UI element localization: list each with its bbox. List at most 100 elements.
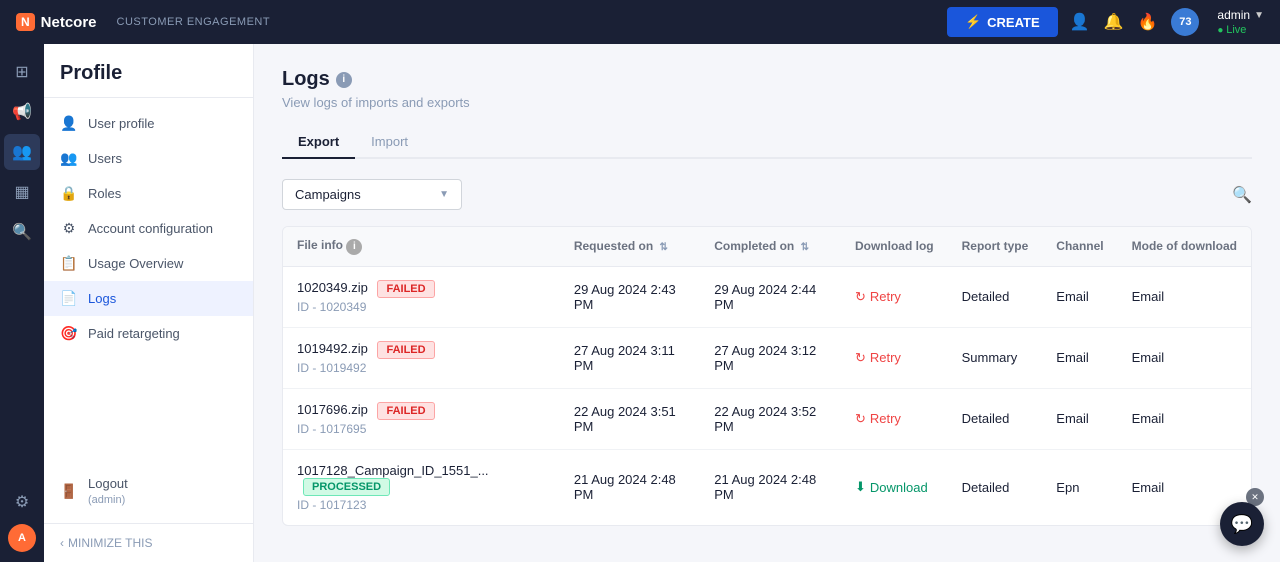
- retry-icon: ↻: [855, 350, 866, 366]
- usage-overview-icon: 📋: [60, 255, 78, 272]
- logo-icon: N: [16, 13, 35, 31]
- rail-settings-icon[interactable]: ⚙: [4, 484, 40, 520]
- logout-icon: 🚪: [60, 483, 78, 500]
- rail-search-icon[interactable]: 🔍: [4, 214, 40, 250]
- admin-dropdown-arrow[interactable]: ▼: [1254, 10, 1264, 21]
- campaigns-dropdown[interactable]: Campaigns ▼: [282, 179, 462, 210]
- requested-sort-icon[interactable]: ⇅: [660, 242, 668, 253]
- file-info-icon[interactable]: i: [346, 239, 362, 255]
- status-badge: FAILED: [377, 402, 434, 420]
- col-completed-on: Completed on ⇅: [700, 227, 841, 266]
- logs-info-icon[interactable]: i: [336, 72, 352, 88]
- download-button[interactable]: ⬇ Download: [855, 479, 928, 495]
- nav-icons: 👤 🔔 🔥 73 admin ▼ ● Live: [1070, 8, 1264, 36]
- sidebar-label-user-profile: User profile: [88, 116, 154, 131]
- main-layout: ⊞ 📢 👥 ▦ 🔍 ⚙ A Profile 👤 User profile 👥 U…: [0, 44, 1280, 562]
- users-icon: 👥: [60, 150, 78, 167]
- sidebar-nav: 👤 User profile 👥 Users 🔒 Roles ⚙ Account…: [44, 98, 253, 523]
- retry-button[interactable]: ↻ Retry: [855, 411, 901, 427]
- sidebar-label-logout: Logout: [88, 476, 128, 491]
- minimize-button[interactable]: ‹ MINIMIZE THIS: [60, 536, 237, 550]
- sidebar-title: Profile: [44, 44, 253, 98]
- tab-import[interactable]: Import: [355, 126, 424, 159]
- cell-report-type: Summary: [948, 327, 1043, 388]
- admin-status: ● Live: [1217, 22, 1264, 36]
- sidebar-item-logout[interactable]: 🚪 Logout (admin): [44, 467, 253, 515]
- sidebar-item-roles[interactable]: 🔒 Roles: [44, 176, 253, 211]
- cell-report-type: Detailed: [948, 388, 1043, 449]
- cell-requested-on: 27 Aug 2024 3:11 PM: [560, 327, 700, 388]
- table-row: 1017696.zip FAILED ID - 1017695 22 Aug 2…: [283, 388, 1251, 449]
- file-name: 1019492.zip FAILED: [297, 341, 546, 359]
- rail-megaphone-icon[interactable]: 📢: [4, 94, 40, 130]
- cell-download-log: ↻ Retry: [841, 266, 948, 327]
- rail-home-icon[interactable]: ⊞: [4, 54, 40, 90]
- sidebar-item-account-config[interactable]: ⚙ Account configuration: [44, 211, 253, 246]
- bell-icon[interactable]: 🔔: [1104, 12, 1124, 32]
- retry-icon: ↻: [855, 289, 866, 305]
- icon-rail: ⊞ 📢 👥 ▦ 🔍 ⚙ A: [0, 44, 44, 562]
- roles-icon: 🔒: [60, 185, 78, 202]
- cell-requested-on: 29 Aug 2024 2:43 PM: [560, 266, 700, 327]
- create-button[interactable]: ⚡ CREATE: [947, 7, 1058, 37]
- sidebar-label-usage-overview: Usage Overview: [88, 256, 183, 271]
- filter-row: Campaigns ▼ 🔍: [282, 179, 1252, 210]
- logs-table-container: File info i Requested on ⇅ Completed on …: [282, 226, 1252, 526]
- rail-grid-icon[interactable]: ▦: [4, 174, 40, 210]
- table-row: 1017128_Campaign_ID_1551_... PROCESSED I…: [283, 449, 1251, 525]
- user-profile-icon: 👤: [60, 115, 78, 132]
- status-badge: FAILED: [377, 341, 434, 359]
- tab-export[interactable]: Export: [282, 126, 355, 159]
- cell-channel: Email: [1042, 388, 1117, 449]
- avatar-score: 73: [1179, 16, 1191, 28]
- tabs: Export Import: [282, 126, 1252, 159]
- file-id: ID - 1017123: [297, 498, 546, 512]
- rail-avatar[interactable]: A: [8, 524, 36, 552]
- chat-bubble[interactable]: 💬: [1220, 502, 1264, 546]
- search-icon[interactable]: 🔍: [1232, 185, 1252, 205]
- score-avatar[interactable]: 73: [1171, 8, 1199, 36]
- status-badge: FAILED: [377, 280, 434, 298]
- dropdown-value: Campaigns: [295, 187, 361, 202]
- sidebar-item-logs[interactable]: 📄 Logs: [44, 281, 253, 316]
- cell-report-type: Detailed: [948, 449, 1043, 525]
- logo[interactable]: N Netcore: [16, 13, 97, 31]
- cell-file-info: 1017128_Campaign_ID_1551_... PROCESSED I…: [283, 449, 560, 525]
- page-subtitle: View logs of imports and exports: [282, 95, 1252, 110]
- logs-icon: 📄: [60, 290, 78, 307]
- user-icon[interactable]: 👤: [1070, 12, 1090, 32]
- download-icon: ⬇: [855, 479, 866, 495]
- cell-channel: Email: [1042, 327, 1117, 388]
- cell-download-log: ↻ Retry: [841, 388, 948, 449]
- fire-icon[interactable]: 🔥: [1137, 12, 1157, 32]
- col-requested-on: Requested on ⇅: [560, 227, 700, 266]
- col-channel: Channel: [1042, 227, 1117, 266]
- cell-file-info: 1020349.zip FAILED ID - 1020349: [283, 266, 560, 327]
- file-id: ID - 1020349: [297, 300, 546, 314]
- cell-file-info: 1019492.zip FAILED ID - 1019492: [283, 327, 560, 388]
- cell-file-info: 1017696.zip FAILED ID - 1017695: [283, 388, 560, 449]
- file-name: 1020349.zip FAILED: [297, 280, 546, 298]
- sidebar-item-paid-retargeting[interactable]: 🎯 Paid retargeting: [44, 316, 253, 351]
- cell-mode: Email: [1118, 388, 1251, 449]
- cell-completed-on: 29 Aug 2024 2:44 PM: [700, 266, 841, 327]
- cell-requested-on: 21 Aug 2024 2:48 PM: [560, 449, 700, 525]
- cell-completed-on: 21 Aug 2024 2:48 PM: [700, 449, 841, 525]
- retry-button[interactable]: ↻ Retry: [855, 289, 901, 305]
- sidebar-item-usage-overview[interactable]: 📋 Usage Overview: [44, 246, 253, 281]
- create-label: CREATE: [987, 15, 1039, 30]
- completed-sort-icon[interactable]: ⇅: [801, 242, 809, 253]
- sidebar-label-account-config: Account configuration: [88, 221, 213, 236]
- rail-people-icon[interactable]: 👥: [4, 134, 40, 170]
- sidebar-item-user-profile[interactable]: 👤 User profile: [44, 106, 253, 141]
- retry-button[interactable]: ↻ Retry: [855, 350, 901, 366]
- status-badge: PROCESSED: [303, 478, 390, 496]
- cell-channel: Email: [1042, 266, 1117, 327]
- sidebar: Profile 👤 User profile 👥 Users 🔒 Roles ⚙…: [44, 44, 254, 562]
- cell-download-log: ↻ Retry: [841, 327, 948, 388]
- table-header: File info i Requested on ⇅ Completed on …: [283, 227, 1251, 266]
- account-config-icon: ⚙: [60, 220, 78, 237]
- sidebar-bottom: ‹ MINIMIZE THIS: [44, 523, 253, 562]
- sidebar-item-users[interactable]: 👥 Users: [44, 141, 253, 176]
- cell-requested-on: 22 Aug 2024 3:51 PM: [560, 388, 700, 449]
